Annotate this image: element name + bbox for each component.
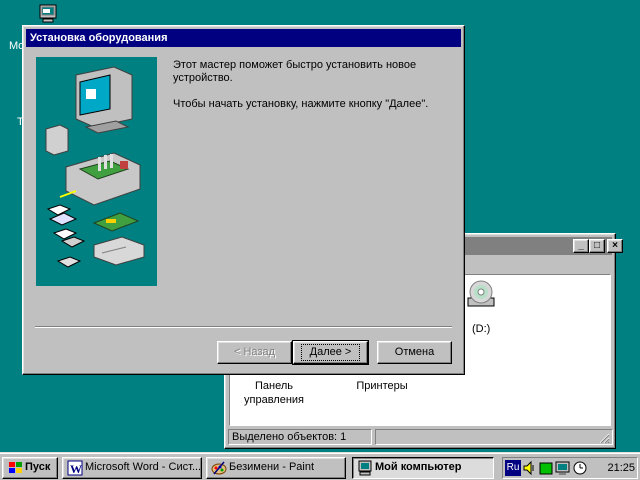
resize-grip-icon[interactable] <box>598 432 610 444</box>
paint-icon <box>211 461 227 475</box>
back-button[interactable]: < Назад <box>217 341 292 364</box>
computer-icon <box>39 4 57 23</box>
add-hardware-wizard-dialog[interactable]: Установка оборудования Этот мастер помож… <box>22 25 465 375</box>
start-label: Пуск <box>25 461 51 473</box>
cancel-button[interactable]: Отмена <box>377 341 452 364</box>
cd-drive-icon <box>467 280 495 307</box>
drive-d-item[interactable]: (D:) <box>460 280 510 335</box>
volume-icon[interactable] <box>522 460 536 476</box>
start-button[interactable]: Пуск <box>2 457 58 479</box>
wizard-intro-text: Этот мастер поможет быстро установить но… <box>173 59 453 124</box>
my-computer-desktop-icon[interactable] <box>38 4 58 24</box>
display-settings-icon[interactable] <box>555 460 571 476</box>
hardware-illustration-icon <box>36 57 157 286</box>
status-cell-empty <box>375 429 613 445</box>
taskbar-task-word[interactable]: W Microsoft Word - Сист... <box>62 457 202 479</box>
dialog-title: Установка оборудования <box>30 32 168 44</box>
wizard-illustration <box>36 57 157 286</box>
drive-d-label: (D:) <box>472 323 491 335</box>
taskbar-task-my-computer[interactable]: Мой компьютер <box>352 457 494 479</box>
battery-icon[interactable] <box>539 460 553 476</box>
maximize-button[interactable]: □ <box>589 239 605 253</box>
word-icon: W <box>67 460 83 476</box>
task-label: Microsoft Word - Сист... <box>85 461 202 473</box>
minimize-button[interactable]: _ <box>573 239 589 253</box>
status-bar: Выделено объектов: 1 <box>228 428 613 446</box>
wizard-paragraph-2: Чтобы начать установку, нажмите кнопку "… <box>173 98 429 110</box>
status-text: Выделено объектов: 1 <box>228 429 372 445</box>
printers-label: Принтеры <box>356 380 408 392</box>
task-label: Мой компьютер <box>375 461 462 473</box>
svg-text:W: W <box>70 462 82 476</box>
system-tray: Ru 21:25 <box>502 457 638 479</box>
language-indicator[interactable]: Ru <box>505 460 521 476</box>
wizard-paragraph-1: Этот мастер поможет быстро установить но… <box>173 59 417 84</box>
taskbar: Пуск W Microsoft Word - Сист... Безимени… <box>0 452 640 480</box>
clock[interactable]: 21:25 <box>599 460 635 476</box>
next-button[interactable]: Далее > <box>292 340 369 365</box>
dialog-separator <box>35 326 452 328</box>
dialog-title-bar[interactable]: Установка оборудования <box>26 29 461 47</box>
computer-icon <box>358 460 372 476</box>
taskbar-task-paint[interactable]: Безимени - Paint <box>206 457 346 479</box>
next-button-label: Далее > <box>300 344 361 361</box>
close-button[interactable]: × <box>607 239 623 253</box>
scheduler-icon[interactable] <box>573 460 587 476</box>
windows-logo-icon <box>9 462 22 473</box>
task-label: Безимени - Paint <box>229 461 315 473</box>
control-panel-label: Панель управления <box>244 380 304 406</box>
